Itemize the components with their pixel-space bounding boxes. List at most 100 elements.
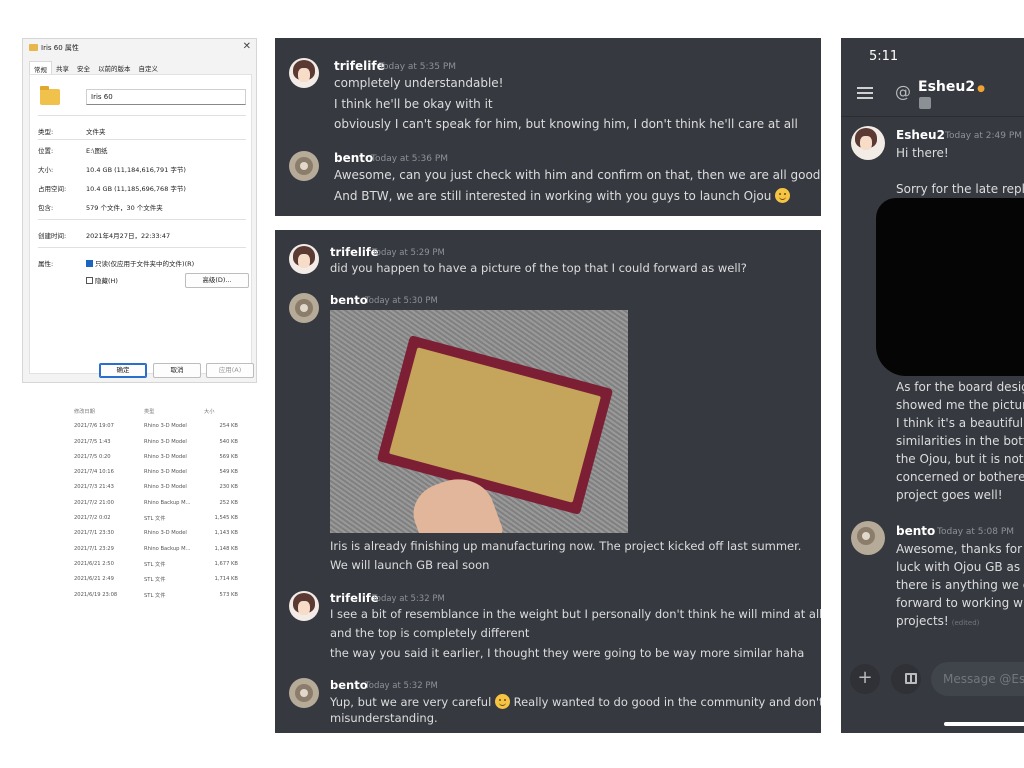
message-line: luck with Ojou GB as w — [896, 560, 1024, 574]
column-header-size[interactable]: 大小 — [204, 408, 214, 415]
file-size: 569 KB — [219, 453, 238, 460]
avatar[interactable] — [851, 521, 885, 555]
file-type: Rhino 3-D Model — [144, 438, 187, 445]
file-list: 修改日期 类型 大小 2021/7/6 19:07 Rhino 3-D Model… — [30, 405, 250, 604]
file-size: 1,677 KB — [214, 560, 238, 567]
file-size: 1,545 KB — [214, 515, 238, 522]
file-modified: 2021/6/19 23:08 — [74, 591, 118, 598]
idle-moon-icon: ● — [977, 84, 985, 94]
timestamp: Today at 5:35 PM — [379, 62, 457, 72]
apply-button[interactable]: 应用(A) — [206, 363, 254, 378]
avatar[interactable] — [289, 151, 319, 181]
message-line: the way you said it earlier, I thought t… — [330, 646, 805, 660]
username[interactable]: bento — [334, 151, 373, 165]
username[interactable]: bento — [330, 293, 368, 307]
timestamp: Today at 5:30 PM — [365, 296, 438, 306]
file-row[interactable]: 2021/6/19 23:08 STL 文件 573 KB — [30, 589, 250, 604]
cancel-button[interactable]: 取消 — [153, 363, 201, 378]
file-modified: 2021/6/21 2:50 — [74, 560, 114, 567]
ok-button[interactable]: 确定 — [99, 363, 147, 378]
file-modified: 2021/7/5 0:20 — [74, 453, 111, 460]
hidden-label: 隐藏(H) — [95, 277, 118, 285]
channel-name: Esheu2 — [918, 79, 976, 95]
dm-title[interactable]: Esheu2 ● — [918, 79, 985, 95]
hidden-checkbox[interactable]: 隐藏(H) — [86, 275, 118, 285]
username[interactable]: Esheu2 — [896, 128, 945, 142]
file-row[interactable]: 2021/7/5 0:20 Rhino 3-D Model 569 KB — [30, 451, 250, 466]
general-panel: Iris 60 类型: 文件夹 位置: E:\图纸 大小: 10.4 GB (1… — [29, 74, 252, 374]
advanced-button[interactable]: 高级(D)... — [185, 273, 249, 288]
file-row[interactable]: 2021/7/6 19:07 Rhino 3-D Model 254 KB — [30, 420, 250, 435]
message-text: And BTW, we are still interested in work… — [334, 189, 772, 203]
avatar[interactable] — [289, 678, 319, 708]
message-text: Really wanted to do good in the communit… — [513, 695, 821, 709]
file-list-header: 修改日期 类型 大小 — [30, 405, 250, 420]
folder-icon — [29, 44, 38, 51]
home-indicator — [944, 722, 1024, 726]
file-type: Rhino 3-D Model — [144, 423, 187, 430]
menu-icon[interactable] — [857, 87, 873, 99]
mobile-dm-screen: 5:11 @ Esheu2 ● Esheu2 Today at 2:49 PM H… — [841, 38, 1024, 733]
status-emoji-icon — [919, 97, 931, 109]
avatar[interactable] — [289, 58, 319, 88]
gift-icon — [905, 673, 917, 684]
message-line: Yup, but we are very careful Really want… — [330, 694, 821, 709]
type-label: 类型: — [38, 128, 54, 136]
username[interactable]: bento — [896, 524, 935, 538]
username[interactable]: trifelife — [334, 59, 385, 73]
file-row[interactable]: 2021/6/21 2:49 STL 文件 1,714 KB — [30, 573, 250, 588]
checkbox-icon — [86, 277, 93, 284]
file-size: 252 KB — [219, 499, 238, 506]
message-line: misunderstanding. — [330, 711, 438, 725]
folder-name-field[interactable]: Iris 60 — [86, 89, 246, 105]
column-header-modified[interactable]: 修改日期 — [74, 408, 95, 415]
readonly-label: 只读(仅应用于文件夹中的文件)(R) — [95, 260, 195, 268]
avatar[interactable] — [851, 126, 885, 160]
type-value: 文件夹 — [86, 128, 106, 136]
file-row[interactable]: 2021/7/4 10:16 Rhino 3-D Model 549 KB — [30, 466, 250, 481]
message-input[interactable]: Message @Esh — [931, 662, 1024, 696]
avatar[interactable] — [289, 244, 319, 274]
readonly-checkbox[interactable]: 只读(仅应用于文件夹中的文件)(R) — [86, 258, 194, 268]
file-row[interactable]: 2021/7/1 23:29 Rhino Backup M... 1,148 KB — [30, 543, 250, 558]
timestamp: Today at 5:36 PM — [371, 154, 449, 164]
smile-emoji-icon — [494, 694, 510, 709]
file-type: Rhino 3-D Model — [144, 530, 187, 537]
message-line: Awesome, can you just check with him and… — [334, 168, 821, 182]
size-on-disk-value: 10.4 GB (11,185,696,768 字节) — [86, 185, 186, 193]
avatar[interactable] — [289, 591, 319, 621]
column-header-type[interactable]: 类型 — [144, 408, 154, 415]
timestamp: Today at 2:49 PM — [945, 131, 1023, 141]
file-row[interactable]: 2021/6/21 2:50 STL 文件 1,677 KB — [30, 558, 250, 573]
contains-label: 包含: — [38, 204, 54, 212]
gift-button[interactable] — [891, 664, 921, 694]
file-modified: 2021/7/2 21:00 — [74, 499, 114, 506]
file-size: 1,143 KB — [214, 530, 238, 537]
divider — [841, 116, 1024, 117]
file-row[interactable]: 2021/7/3 21:43 Rhino 3-D Model 230 KB — [30, 481, 250, 496]
properties-dialog: Iris 60 属性 ✕ 常规 共享 安全 以前的版本 自定义 Iris 60 … — [22, 38, 257, 383]
location-label: 位置: — [38, 147, 54, 155]
timestamp: Today at 5:32 PM — [372, 594, 445, 604]
file-row[interactable]: 2021/7/5 1:43 Rhino 3-D Model 540 KB — [30, 436, 250, 451]
file-modified: 2021/6/21 2:49 — [74, 576, 114, 583]
file-type: STL 文件 — [144, 577, 166, 584]
file-modified: 2021/7/4 10:16 — [74, 469, 114, 476]
file-modified: 2021/7/1 23:30 — [74, 530, 114, 537]
file-row[interactable]: 2021/7/2 0:02 STL 文件 1,545 KB — [30, 512, 250, 527]
message-text: projects! — [896, 614, 949, 628]
close-icon[interactable]: ✕ — [243, 41, 251, 52]
username[interactable]: bento — [330, 678, 368, 692]
file-row[interactable]: 2021/7/2 21:00 Rhino Backup M... 252 KB — [30, 497, 250, 512]
avatar[interactable] — [289, 293, 319, 323]
folder-large-icon — [40, 86, 60, 105]
keyboard-case-photo[interactable] — [330, 310, 628, 533]
file-row[interactable]: 2021/7/1 23:30 Rhino 3-D Model 1,143 KB — [30, 527, 250, 542]
add-attachment-icon[interactable]: + — [850, 664, 880, 694]
file-size: 549 KB — [219, 469, 238, 476]
timestamp: Today at 5:32 PM — [365, 681, 438, 691]
message-line: and the top is completely different — [330, 626, 530, 640]
timestamp: Today at 5:29 PM — [372, 248, 445, 258]
message-line: forward to working wit — [896, 596, 1024, 610]
status-time: 5:11 — [869, 49, 899, 64]
